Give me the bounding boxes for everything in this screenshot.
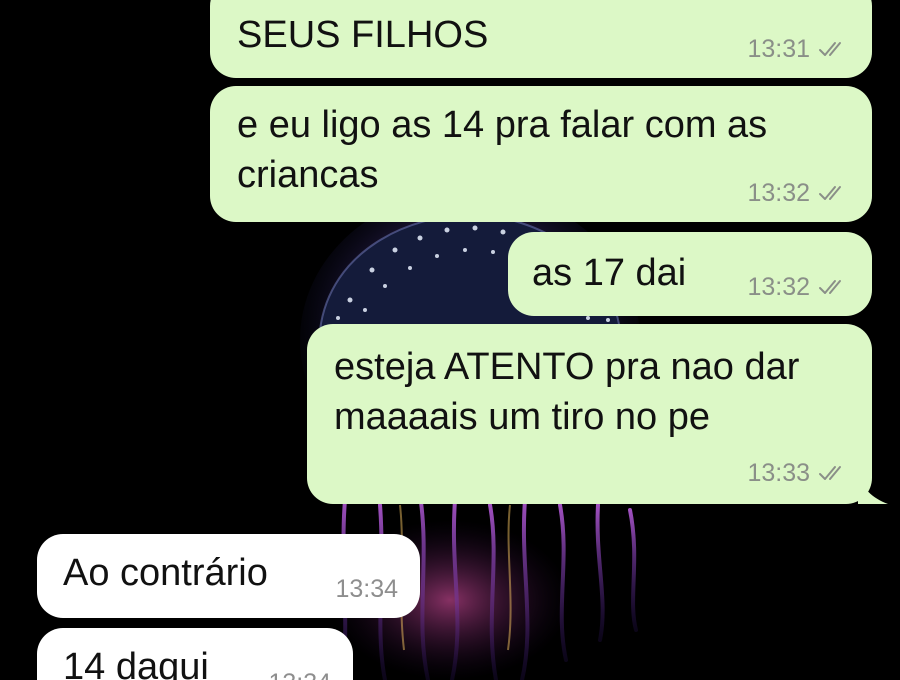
message-meta: 13:33 [747,458,848,488]
message-bubble-incoming[interactable]: 14 daqui 13:34 [37,628,353,680]
message-timestamp: 13:34 [268,668,331,680]
chat-conversation: SEUS FILHOS 13:31 e eu ligo as 14 pra fa… [0,0,900,680]
message-timestamp: 13:32 [747,179,810,207]
message-bubble-incoming[interactable]: Ao contrário 13:34 [37,534,420,618]
message-text: esteja ATENTO pra nao dar maaaais um tir… [334,342,799,442]
double-check-icon [819,280,841,294]
message-line: criancas [237,154,379,196]
message-timestamp: 13:32 [747,273,810,301]
message-text: SEUS FILHOS [237,10,488,60]
message-line: as 17 dai [532,252,687,294]
message-text: 14 daqui [63,642,209,680]
message-line: Ao contrário [63,552,268,594]
message-bubble-outgoing[interactable]: esteja ATENTO pra nao dar maaaais um tir… [307,324,888,504]
message-text: Ao contrário [63,548,268,598]
message-meta: 13:34 [335,574,398,604]
message-line: e eu ligo as 14 pra falar com as [237,104,768,146]
message-timestamp: 13:31 [747,35,810,63]
double-check-icon [819,466,841,480]
message-line: esteja ATENTO pra nao dar [334,346,800,388]
message-line: maaaais um tiro no pe [334,396,710,438]
double-check-icon [819,186,841,200]
message-meta: 13:34 [268,668,331,680]
message-bubble-outgoing[interactable]: e eu ligo as 14 pra falar com as crianca… [210,86,872,222]
message-timestamp: 13:34 [335,575,398,603]
message-text: e eu ligo as 14 pra falar com as crianca… [237,100,767,200]
message-text: as 17 dai [532,248,686,298]
double-check-icon [819,42,841,56]
message-meta: 13:32 [747,178,848,208]
message-meta: 13:31 [747,34,848,64]
message-line: 14 daqui [63,646,209,680]
message-timestamp: 13:33 [747,459,810,487]
message-bubble-outgoing[interactable]: as 17 dai 13:32 [508,232,872,316]
message-bubble-outgoing[interactable]: SEUS FILHOS 13:31 [210,0,872,78]
bubble-tail [858,474,888,504]
message-line: SEUS FILHOS [237,14,489,56]
message-meta: 13:32 [747,272,848,302]
